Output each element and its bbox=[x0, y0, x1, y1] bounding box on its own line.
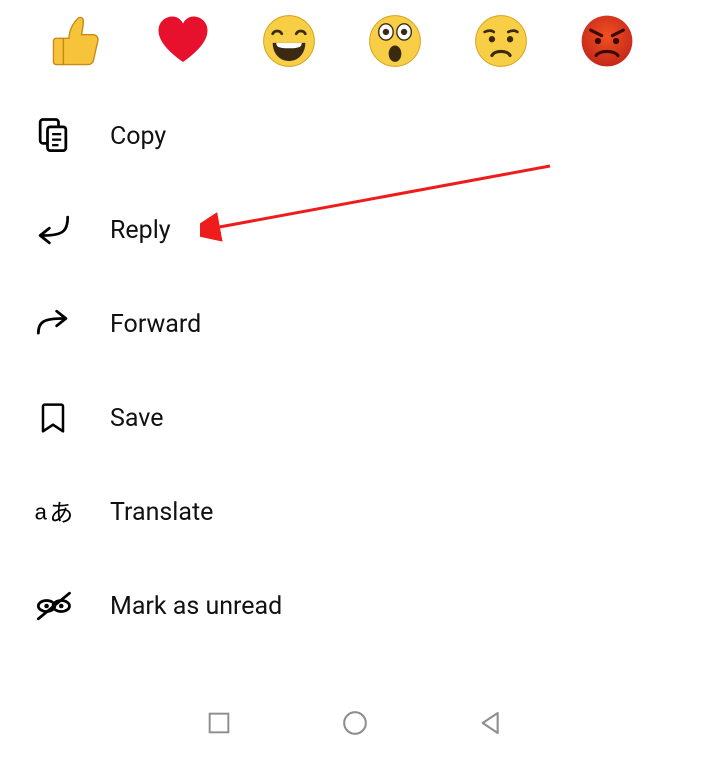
menu-item-mark-unread[interactable]: Mark as unread bbox=[30, 580, 680, 632]
forward-icon bbox=[30, 301, 76, 347]
circle-icon bbox=[340, 708, 370, 738]
reaction-laugh[interactable] bbox=[260, 12, 318, 70]
menu-label-reply: Reply bbox=[110, 216, 171, 245]
menu-label-copy: Copy bbox=[110, 122, 166, 151]
menu-item-reply[interactable]: Reply bbox=[30, 204, 680, 256]
reaction-heart[interactable] bbox=[154, 12, 212, 70]
menu-item-translate[interactable]: a あ Translate bbox=[30, 486, 680, 538]
thumbs-up-icon bbox=[48, 12, 106, 70]
menu-item-save[interactable]: Save bbox=[30, 392, 680, 444]
angry-icon bbox=[578, 12, 636, 70]
surprised-icon bbox=[366, 12, 424, 70]
menu-label-forward: Forward bbox=[110, 310, 201, 339]
bookmark-icon bbox=[30, 395, 76, 441]
menu-item-forward[interactable]: Forward bbox=[30, 298, 680, 350]
svg-text:a: a bbox=[35, 499, 48, 524]
nav-recent-button[interactable] bbox=[201, 705, 237, 741]
reaction-sad[interactable] bbox=[472, 12, 530, 70]
laugh-icon bbox=[260, 12, 318, 70]
heart-icon bbox=[155, 13, 211, 69]
square-icon bbox=[205, 709, 233, 737]
reaction-thumbs-up[interactable] bbox=[48, 12, 106, 70]
menu-label-translate: Translate bbox=[110, 498, 213, 527]
unread-icon bbox=[30, 583, 76, 629]
menu-item-copy[interactable]: Copy bbox=[30, 110, 680, 162]
nav-back-button[interactable] bbox=[473, 705, 509, 741]
svg-text:あ: あ bbox=[49, 500, 73, 527]
reaction-surprised[interactable] bbox=[366, 12, 424, 70]
menu-label-save: Save bbox=[110, 404, 163, 433]
nav-home-button[interactable] bbox=[337, 705, 373, 741]
copy-icon bbox=[30, 113, 76, 159]
android-nav-bar bbox=[0, 695, 710, 751]
context-menu: Copy Reply Forward Save bbox=[0, 82, 710, 632]
triangle-back-icon bbox=[476, 708, 506, 738]
reaction-row bbox=[0, 0, 710, 82]
translate-icon: a あ bbox=[30, 489, 76, 535]
menu-label-mark-unread: Mark as unread bbox=[110, 592, 282, 621]
reaction-angry[interactable] bbox=[578, 12, 636, 70]
sad-icon bbox=[472, 12, 530, 70]
reply-icon bbox=[30, 207, 76, 253]
